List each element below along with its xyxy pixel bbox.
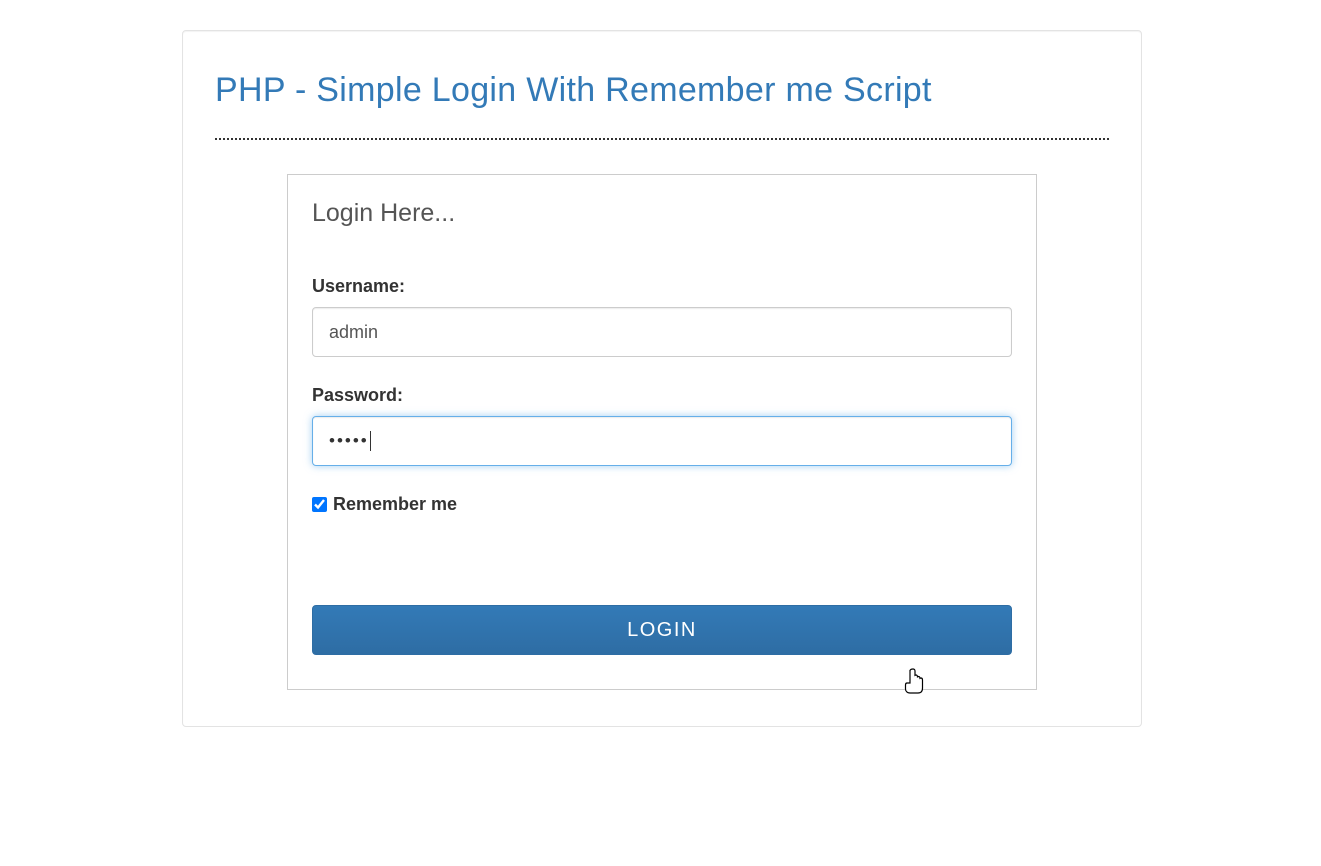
password-mask: ••••• (329, 427, 369, 455)
main-container: PHP - Simple Login With Remember me Scri… (182, 30, 1142, 727)
panel-heading: Login Here... (312, 199, 1012, 228)
remember-me-label: Remember me (333, 494, 457, 515)
password-input[interactable]: ••••• (312, 416, 1012, 466)
text-caret-icon (370, 431, 371, 451)
dotted-divider (215, 138, 1109, 140)
password-label: Password: (312, 385, 1012, 406)
login-button-label: LOGIN (627, 619, 697, 641)
username-label: Username: (312, 276, 1012, 297)
page-title: PHP - Simple Login With Remember me Scri… (215, 71, 1109, 110)
remember-me-checkbox[interactable] (312, 497, 327, 512)
username-input[interactable] (312, 307, 1012, 357)
login-panel: Login Here... Username: Password: ••••• … (287, 174, 1037, 690)
remember-me-row: Remember me (312, 494, 1012, 515)
login-button[interactable]: LOGIN (312, 605, 1012, 655)
